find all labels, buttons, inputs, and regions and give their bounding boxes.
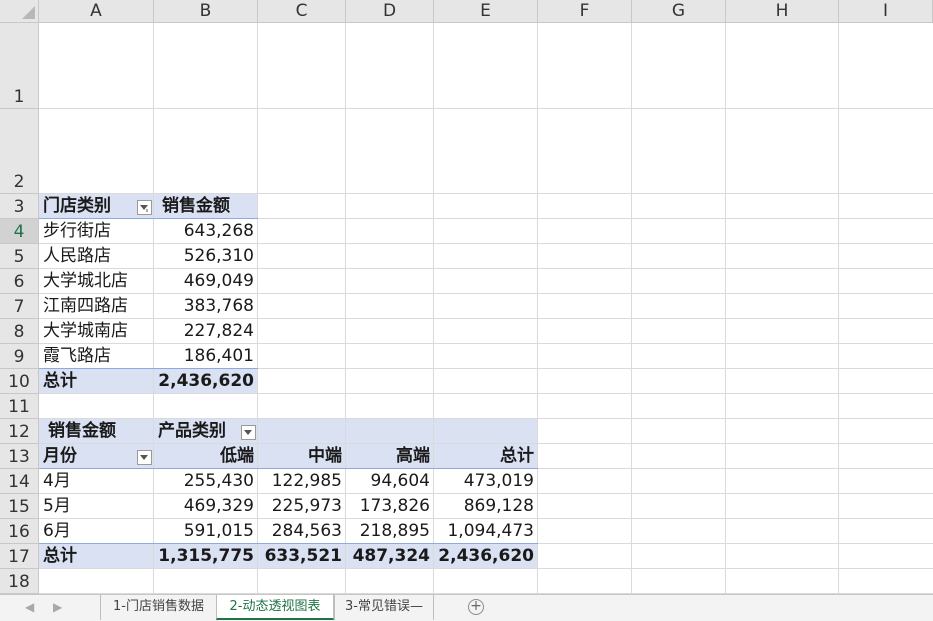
pivot1-amount[interactable]: 526,310 [154,244,258,269]
pivot2-value[interactable]: 255,430 [154,469,258,494]
row-header-6[interactable]: 6 [0,269,39,294]
row-header-14[interactable]: 14 [0,469,39,494]
pivot1-store-label[interactable]: 人民路店 [39,244,154,269]
pivot1-store-label[interactable]: 大学城北店 [39,269,154,294]
filter-dropdown-icon[interactable] [137,450,152,465]
pivot2-total-value[interactable]: 487,324 [346,544,434,569]
pivot1-store-label[interactable]: 江南四路店 [39,294,154,319]
filter-dropdown-icon[interactable] [137,200,152,215]
row-header-4[interactable]: 4 [0,219,39,244]
pivot2-month-label[interactable]: 4月 [39,469,154,494]
pivot1-total-label[interactable]: 总计 [39,369,154,394]
column-header-e[interactable]: E [434,0,538,23]
row-header-17[interactable]: 17 [0,544,39,569]
pivot2-total-value[interactable]: 633,521 [258,544,346,569]
pivot2-value[interactable]: 218,895 [346,519,434,544]
pivot1-amount[interactable]: 227,824 [154,319,258,344]
pivot2-month-label[interactable]: 6月 [39,519,154,544]
pivot2-value[interactable]: 591,015 [154,519,258,544]
pivot1-store-label[interactable]: 步行街店 [39,219,154,244]
row-header-11[interactable]: 11 [0,394,39,419]
row-header-18[interactable]: 18 [0,569,39,594]
sheet-tab-1[interactable]: 1-门店销售数据 [100,595,216,620]
pivot1-amount[interactable]: 186,401 [154,344,258,369]
column-header-c[interactable]: C [258,0,346,23]
pivot2-value[interactable]: 122,985 [258,469,346,494]
pivot2-value[interactable]: 1,094,473 [434,519,538,544]
pivot2-col-header[interactable]: 中端 [258,444,346,469]
pivot2-col-header[interactable]: 低端 [154,444,258,469]
filter-dropdown-icon[interactable] [241,425,256,440]
sheet-tab-2[interactable]: 2-动态透视图表 [216,595,334,620]
row-header-12[interactable]: 12 [0,419,39,444]
pivot2-month-label[interactable]: 5月 [39,494,154,519]
row-header-5[interactable]: 5 [0,244,39,269]
pivot2-value[interactable]: 284,563 [258,519,346,544]
pivot1-store-label[interactable]: 大学城南店 [39,319,154,344]
worksheet-grid[interactable]: A B C D E F G H I 1 2 3 4 5 6 7 8 9 10 1… [0,0,933,594]
row-header-13[interactable]: 13 [0,444,39,469]
column-header-i[interactable]: I [839,0,933,23]
column-header-f[interactable]: F [538,0,632,23]
sheet-tab-bar: ◀ ▶ 1-门店销售数据 2-动态透视图表 3-常见错误— + [0,594,933,621]
pivot2-col-header[interactable]: 总计 [434,444,538,469]
scroll-right-icon[interactable]: ▶ [53,600,62,614]
row-header-2[interactable]: 2 [0,109,39,194]
pivot2-value[interactable]: 473,019 [434,469,538,494]
column-header-d[interactable]: D [346,0,434,23]
pivot2-value[interactable]: 94,604 [346,469,434,494]
pivot2-total-value[interactable]: 2,436,620 [434,544,538,569]
add-sheet-icon[interactable]: + [468,599,484,615]
pivot1-total-amount[interactable]: 2,436,620 [154,369,258,394]
pivot2-column-field-label[interactable]: 产品类别 [154,419,239,444]
row-header-15[interactable]: 15 [0,494,39,519]
sheet-tab-3[interactable]: 3-常见错误— [334,595,434,620]
row-header-10[interactable]: 10 [0,369,39,394]
row-header-8[interactable]: 8 [0,319,39,344]
row-header-16[interactable]: 16 [0,519,39,544]
pivot1-amount[interactable]: 643,268 [154,219,258,244]
pivot1-amount[interactable]: 383,768 [154,294,258,319]
pivot2-total-value[interactable]: 1,315,775 [154,544,258,569]
pivot1-value-field-label[interactable]: 销售金额 [158,194,258,219]
pivot2-total-label[interactable]: 总计 [39,544,154,569]
row-header-7[interactable]: 7 [0,294,39,319]
pivot1-store-label[interactable]: 霞飞路店 [39,344,154,369]
row-header-1[interactable]: 1 [0,23,39,109]
column-header-g[interactable]: G [632,0,726,23]
pivot1-amount[interactable]: 469,049 [154,269,258,294]
pivot2-value-field-label[interactable]: 销售金额 [44,419,154,444]
row-header-9[interactable]: 9 [0,344,39,369]
pivot2-value[interactable]: 225,973 [258,494,346,519]
pivot2-col-header[interactable]: 高端 [346,444,434,469]
select-all-corner[interactable] [0,0,39,23]
pivot2-value[interactable]: 173,826 [346,494,434,519]
column-header-a[interactable]: A [39,0,154,23]
column-header-b[interactable]: B [154,0,258,23]
scroll-left-icon[interactable]: ◀ [25,600,34,614]
pivot2-value[interactable]: 469,329 [154,494,258,519]
column-header-h[interactable]: H [726,0,839,23]
pivot2-value[interactable]: 869,128 [434,494,538,519]
row-header-3[interactable]: 3 [0,194,39,219]
